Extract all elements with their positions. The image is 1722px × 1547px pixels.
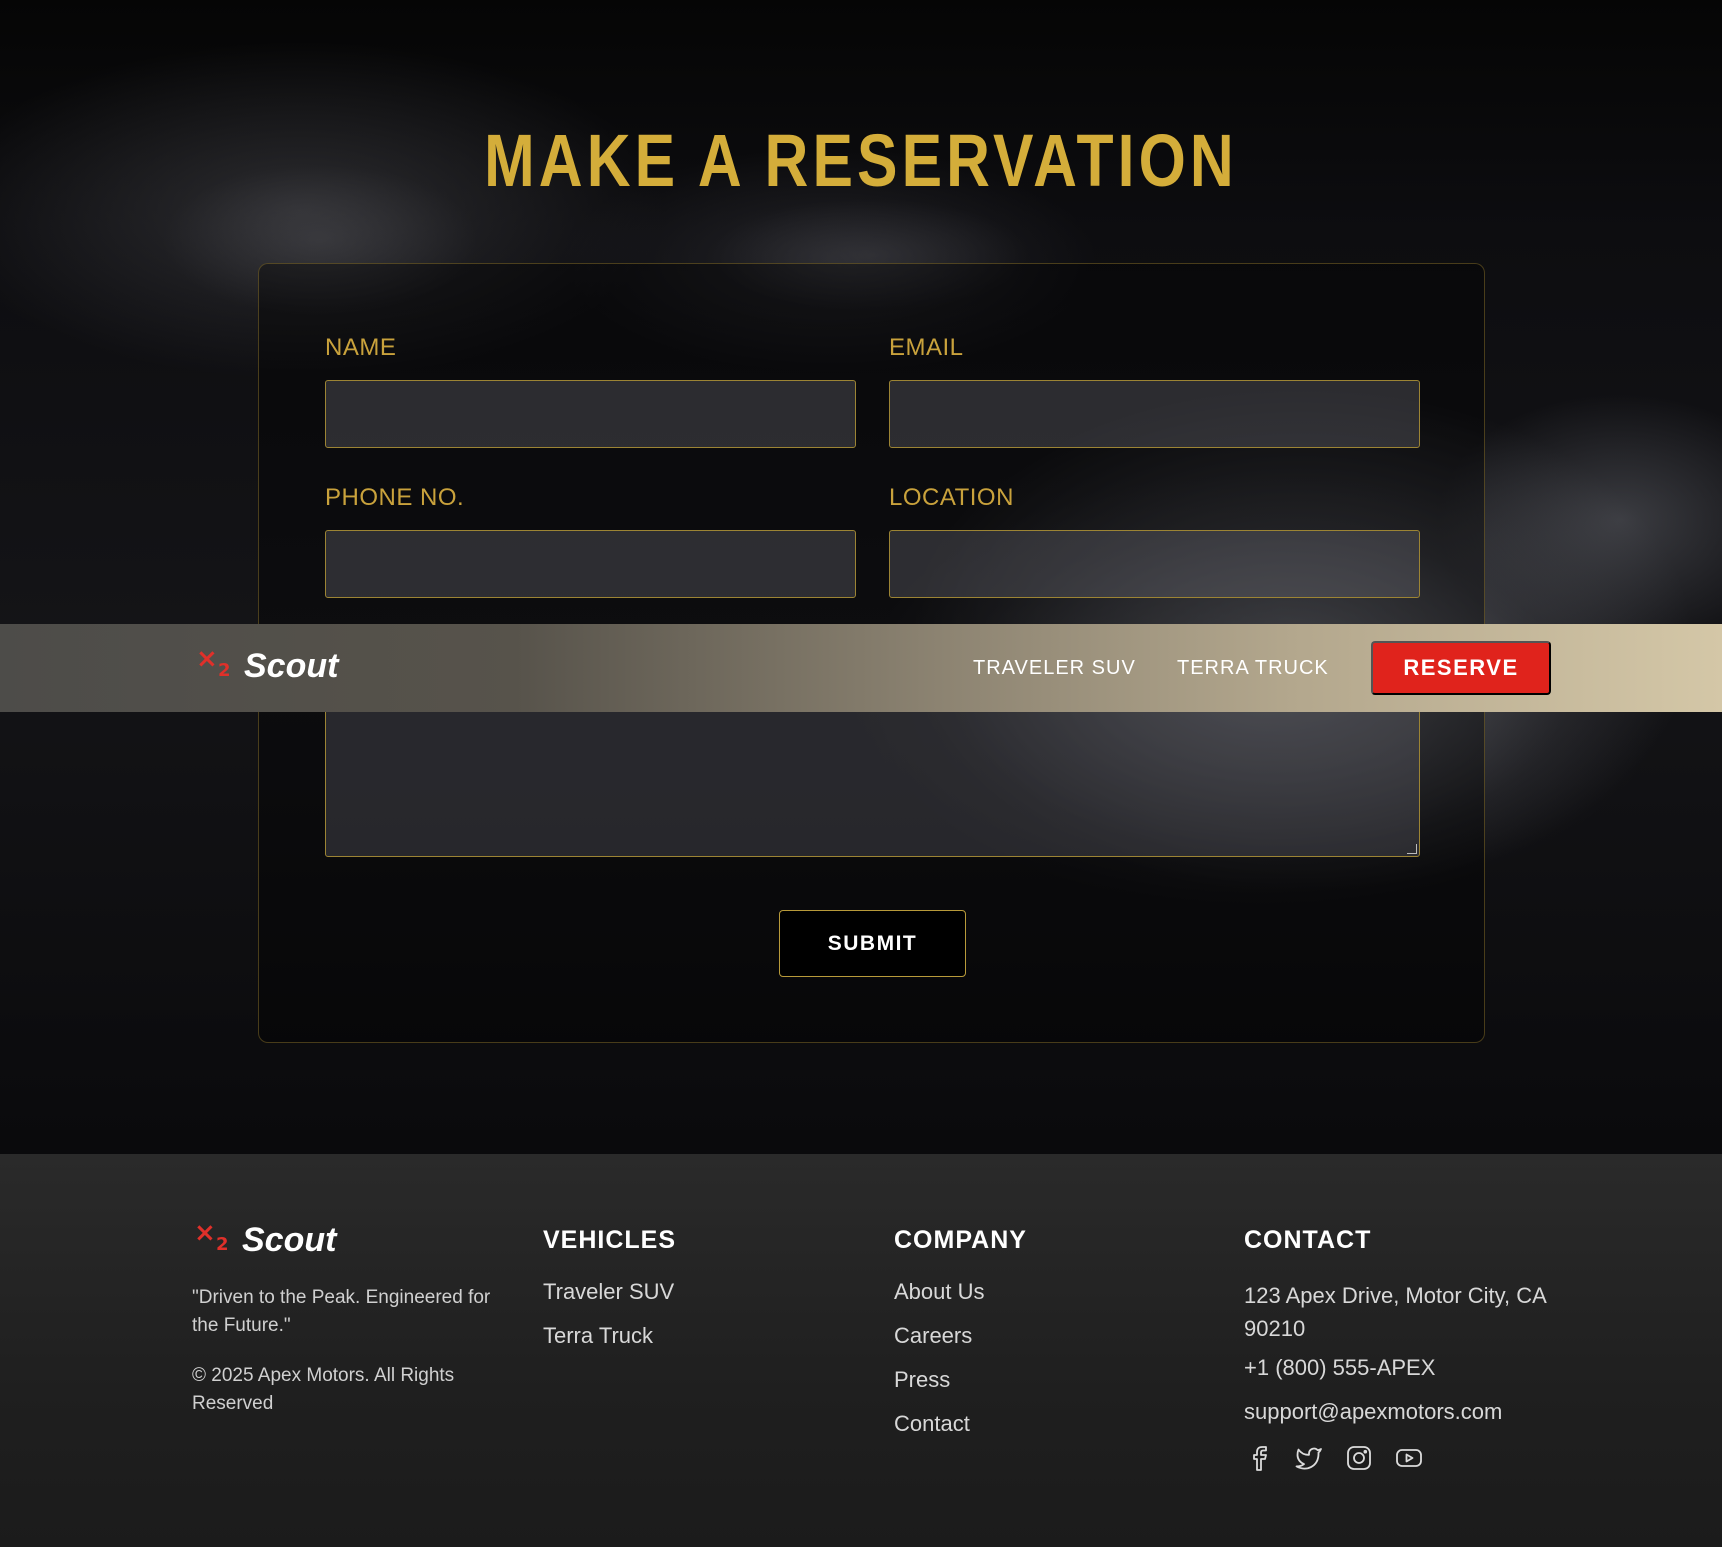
footer-heading-contact: CONTACT — [1244, 1226, 1372, 1254]
footer-email[interactable]: support@apexmotors.com — [1244, 1399, 1564, 1425]
nav-link-traveler-suv[interactable]: TRAVELER SUV — [973, 657, 1136, 680]
footer-link-press[interactable]: Press — [894, 1367, 1027, 1393]
brand-logo[interactable]: × 2 Scout — [194, 644, 339, 685]
footer-brand-logo[interactable]: × 2 Scout — [192, 1218, 512, 1259]
phone-label: PHONE NO. — [325, 484, 465, 511]
footer-heading-company: COMPANY — [894, 1226, 1027, 1254]
name-field[interactable] — [325, 380, 856, 448]
email-label: EMAIL — [889, 334, 964, 361]
youtube-icon[interactable] — [1394, 1443, 1424, 1473]
submit-button[interactable]: SUBMIT — [779, 910, 966, 977]
top-navbar: × 2 Scout TRAVELER SUV TERRA TRUCK RESER… — [0, 624, 1722, 712]
social-links — [1244, 1443, 1564, 1473]
footer-contact-column: CONTACT 123 Apex Drive, Motor City, CA 9… — [1244, 1226, 1564, 1473]
resize-handle[interactable] — [1407, 844, 1417, 854]
footer-copyright: © 2025 Apex Motors. All Rights Reserved — [192, 1365, 455, 1414]
footer-link-terra-truck[interactable]: Terra Truck — [543, 1323, 676, 1349]
nav-link-terra-truck[interactable]: TERRA TRUCK — [1177, 657, 1329, 680]
page-title: MAKE A RESERVATION — [484, 119, 1238, 202]
footer-link-contact[interactable]: Contact — [894, 1411, 1027, 1437]
footer-brand-column: × 2 Scout "Driven to the Peak. Engineere… — [192, 1218, 512, 1418]
logo-mark-icon: × 2 — [196, 644, 231, 681]
footer-address: 123 Apex Drive, Motor City, CA 90210 — [1244, 1283, 1546, 1341]
email-field[interactable] — [889, 380, 1420, 448]
footer-vehicles-column: VEHICLES Traveler SUV Terra Truck — [543, 1226, 676, 1367]
reserve-button[interactable]: RESERVE — [1371, 641, 1551, 695]
location-field[interactable] — [889, 530, 1420, 598]
brand-name: Scout — [242, 1221, 337, 1259]
name-label: NAME — [325, 334, 397, 361]
footer-company-column: COMPANY About Us Careers Press Contact — [894, 1226, 1027, 1455]
footer-link-careers[interactable]: Careers — [894, 1323, 1027, 1349]
location-label: LOCATION — [889, 484, 1014, 511]
instagram-icon[interactable] — [1344, 1443, 1374, 1473]
brand-name: Scout — [244, 647, 339, 685]
footer-link-about-us[interactable]: About Us — [894, 1279, 1027, 1305]
reservation-section: MAKE A RESERVATION NAME EMAIL PHONE NO. … — [0, 0, 1722, 1154]
twitter-icon[interactable] — [1294, 1443, 1324, 1473]
phone-field[interactable] — [325, 530, 856, 598]
footer: × 2 Scout "Driven to the Peak. Engineere… — [0, 1154, 1722, 1547]
footer-tagline: "Driven to the Peak. Engineered for the … — [192, 1287, 491, 1336]
logo-mark-icon: × 2 — [194, 1218, 229, 1255]
footer-heading-vehicles: VEHICLES — [543, 1226, 677, 1254]
footer-phone[interactable]: +1 (800) 555-APEX — [1244, 1355, 1564, 1381]
footer-link-traveler-suv[interactable]: Traveler SUV — [543, 1279, 676, 1305]
facebook-icon[interactable] — [1244, 1443, 1274, 1473]
